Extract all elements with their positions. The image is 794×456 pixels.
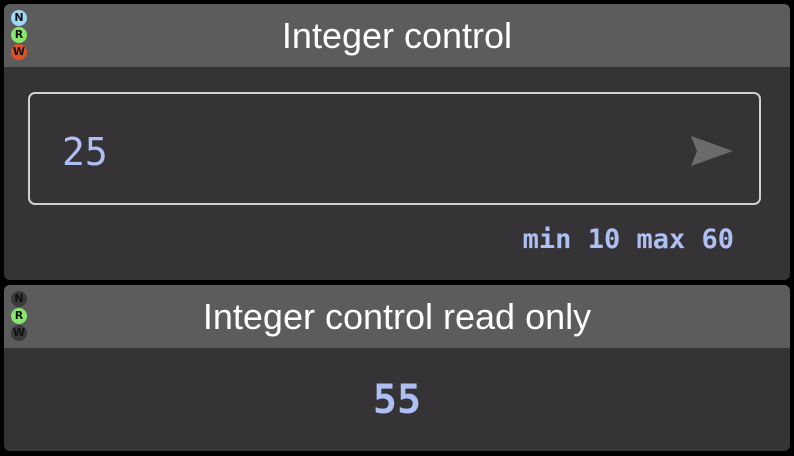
integer-input-field[interactable]: 25 xyxy=(28,92,761,205)
access-flags: N R W xyxy=(11,291,27,341)
access-flags: N R W xyxy=(11,10,27,60)
flag-n-icon: N xyxy=(11,10,27,26)
flag-w-icon: W xyxy=(11,44,27,60)
flag-w-icon: W xyxy=(11,325,27,341)
flag-n-icon: N xyxy=(11,291,27,307)
panel-title: Integer control read only xyxy=(202,295,592,337)
integer-input-value[interactable]: 25 xyxy=(62,130,108,174)
integer-control-read-only-panel: N R W Integer control read only 55 xyxy=(4,285,790,451)
flag-r-icon: R xyxy=(11,27,27,43)
read-only-value: 55 xyxy=(372,377,422,423)
panel-title: Integer control xyxy=(281,14,513,56)
integer-control-panel: N R W Integer control 25 min 10 max 60 xyxy=(4,4,790,280)
send-arrow-icon[interactable] xyxy=(689,134,735,168)
panel-header: N R W Integer control xyxy=(4,4,790,67)
panel-header: N R W Integer control read only xyxy=(4,285,790,348)
flag-r-icon: R xyxy=(11,308,27,324)
range-hint: min 10 max 60 xyxy=(522,224,734,255)
